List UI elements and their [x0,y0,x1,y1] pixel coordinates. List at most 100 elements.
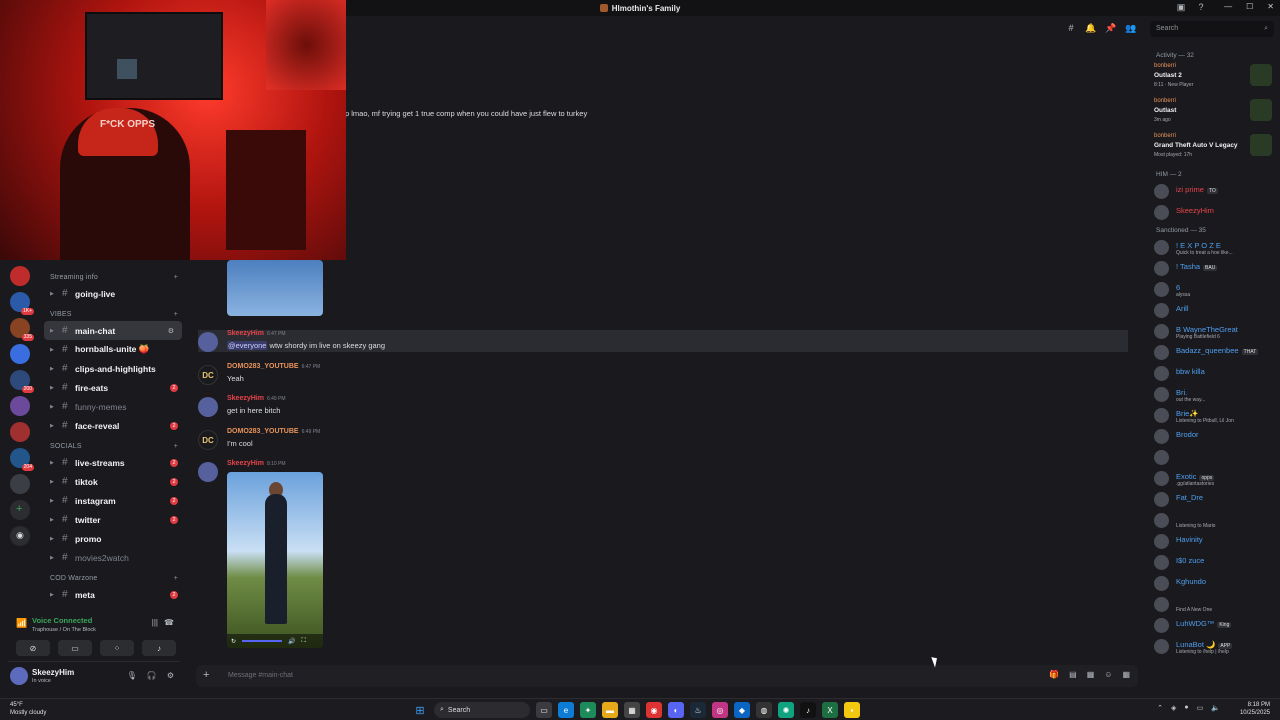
avatar[interactable]: DC [198,430,218,450]
settings-gear-icon[interactable]: ⚙ [167,671,174,680]
copilot-icon[interactable]: ✦ [580,702,596,718]
discord-icon[interactable]: ◐ [668,702,684,718]
signal-icon[interactable]: 📶 [16,618,27,629]
member-item[interactable]: Brie✨ Listening to Pitbull, Lil Jon [1146,405,1280,426]
channel-category[interactable]: VIBES + [40,307,186,321]
message-author[interactable]: DOMO283_YOUTUBE [227,428,299,435]
server-icon[interactable] [10,344,30,364]
inbox-icon[interactable]: ▣ [1176,2,1186,12]
member-item[interactable]: Fat_Dre [1146,489,1280,510]
expand-arrow-icon[interactable]: ▶ [50,385,62,391]
soundboard-button[interactable]: ♪ [142,640,176,656]
activity-card[interactable]: bonberri Outlast 2 8:11 · New Player [1146,62,1280,97]
channel-item[interactable]: ▶ # going-live [40,284,186,303]
settings-gear-icon[interactable]: ⚙ [168,327,174,335]
username[interactable]: SkeezyHim [32,668,74,677]
channel-item[interactable]: ▶ # fire-eats 2 [40,378,186,397]
explore-icon[interactable]: ◉ [10,526,30,546]
help-icon[interactable]: ? [1196,2,1206,12]
channel-item[interactable]: ▶ # promo [40,529,186,548]
store-icon[interactable]: ▦ [624,702,640,718]
server-icon[interactable]: 204 [10,448,34,471]
member-item[interactable]: Brodor [1146,426,1280,447]
channel-item[interactable]: ▶ # instagram 2 [40,491,186,510]
minimize-button[interactable]: — [1224,2,1232,11]
member-item[interactable]: I$0 zuce [1146,552,1280,573]
windows-start-icon[interactable]: ⊞ [412,702,428,718]
weather-widget[interactable]: 45°F Mostly cloudy [10,701,46,717]
taskbar-search[interactable]: ⌕ Search [434,702,530,718]
message-input[interactable]: + Message #main-chat 🎁 ▤ ▦ ☺ ▦ [196,665,1138,687]
member-item[interactable] [1146,447,1280,468]
activities-button[interactable]: ⁘ [100,640,134,656]
channel-item[interactable]: ▶ # clips-and-highlights [40,359,186,378]
member-item[interactable]: Exotic opps .gg/atlantastories [1146,468,1280,489]
channel-item[interactable]: ▶ # hornballs-unite 🍑 [40,340,186,359]
instagram-icon[interactable]: ◎ [712,702,728,718]
headphones-icon[interactable]: 🎧 [147,671,157,680]
avatar[interactable] [198,332,218,352]
member-item[interactable]: Havinity [1146,531,1280,552]
server-icon[interactable] [10,396,30,416]
activity-card[interactable]: bonberri Grand Theft Auto V Legacy Most pl… [1146,132,1280,167]
sticky-notes-icon[interactable]: ▪ [844,702,860,718]
close-button[interactable]: ✕ [1267,2,1274,11]
search-input[interactable]: Search ⌕ [1150,21,1274,37]
avatar[interactable] [198,397,218,417]
gift-icon[interactable]: 🎁 [1049,670,1059,679]
tiktok-icon[interactable]: ♪ [800,702,816,718]
message-image-attachment[interactable] [227,260,323,316]
server-icon[interactable]: 1K+ [10,292,34,315]
channel-category[interactable]: COD Warzone + [40,571,186,585]
volume-icon[interactable]: 🔊 [288,638,295,645]
excel-icon[interactable]: X [822,702,838,718]
expand-arrow-icon[interactable]: ▶ [50,479,62,485]
video-progress-bar[interactable] [242,640,283,642]
edge-icon[interactable]: e [558,702,574,718]
expand-arrow-icon[interactable]: ▶ [50,460,62,466]
message-author[interactable]: SkeezyHim [227,460,264,467]
tray-app-icon[interactable]: ◈ [1171,704,1176,712]
gif-icon[interactable]: ▤ [1069,670,1077,679]
member-item[interactable]: SkeezyHim [1146,202,1280,223]
file-explorer-icon[interactable]: ▬ [602,702,618,718]
member-item[interactable]: ! E X P O Z E Quick to treat a hoe like..… [1146,237,1280,258]
channel-category[interactable]: SOCIALS + [40,439,186,453]
chevron-up-icon[interactable]: ⌃ [1157,704,1163,712]
camera-off-button[interactable]: ⊘ [16,640,50,656]
server-icon[interactable]: 200 [10,370,34,393]
message-author[interactable]: SkeezyHim [227,395,264,402]
app-icon[interactable]: ◆ [734,702,750,718]
message-author[interactable]: DOMO283_YOUTUBE [227,363,299,370]
apps-icon[interactable]: ▦ [1122,670,1130,679]
fullscreen-icon[interactable]: ⛶ [302,638,306,645]
channel-category[interactable]: Streaming info + [40,270,186,284]
server-icon[interactable] [10,422,30,442]
channel-item[interactable]: ▶ # live-streams 2 [40,453,186,472]
expand-arrow-icon[interactable]: ▶ [50,498,62,504]
expand-arrow-icon[interactable]: ▶ [50,347,62,353]
obs-icon[interactable]: ◍ [756,702,772,718]
add-server-icon[interactable]: + [10,500,30,520]
channel-item[interactable]: ▶ # funny-memes [40,397,186,416]
member-item[interactable]: bbw killa [1146,363,1280,384]
channel-item[interactable]: ▶ # tiktok 2 [40,472,186,491]
message-video-attachment[interactable]: ↻ 🔊 ⛶ [227,472,323,648]
add-channel-icon[interactable]: + [174,274,178,281]
server-icon[interactable] [10,266,30,286]
member-item[interactable]: Badazz_queenbee THAT [1146,342,1280,363]
channel-item[interactable]: ▶ # twitter 2 [40,510,186,529]
sticker-icon[interactable]: ▦ [1087,670,1095,679]
volume-tray-icon[interactable]: 🔈 [1211,704,1220,712]
task-view-icon[interactable]: ▭ [536,702,552,718]
clock[interactable]: 8:18 PM 10/25/2025 [1240,701,1270,717]
microphone-icon[interactable]: 🎙 [127,671,137,680]
member-item[interactable]: 6 alyssa [1146,279,1280,300]
chatgpt-icon[interactable]: ✺ [778,702,794,718]
channel-item[interactable]: ▶ # face-reveal 2 [40,416,186,435]
channel-item[interactable]: ▶ # movies2watch [40,548,186,567]
member-item[interactable]: Arill [1146,300,1280,321]
voice-location[interactable]: Traphouse / On The Block [32,627,96,633]
server-icon[interactable]: 335 [10,318,34,341]
member-item[interactable]: LuhWDG™ King [1146,615,1280,636]
